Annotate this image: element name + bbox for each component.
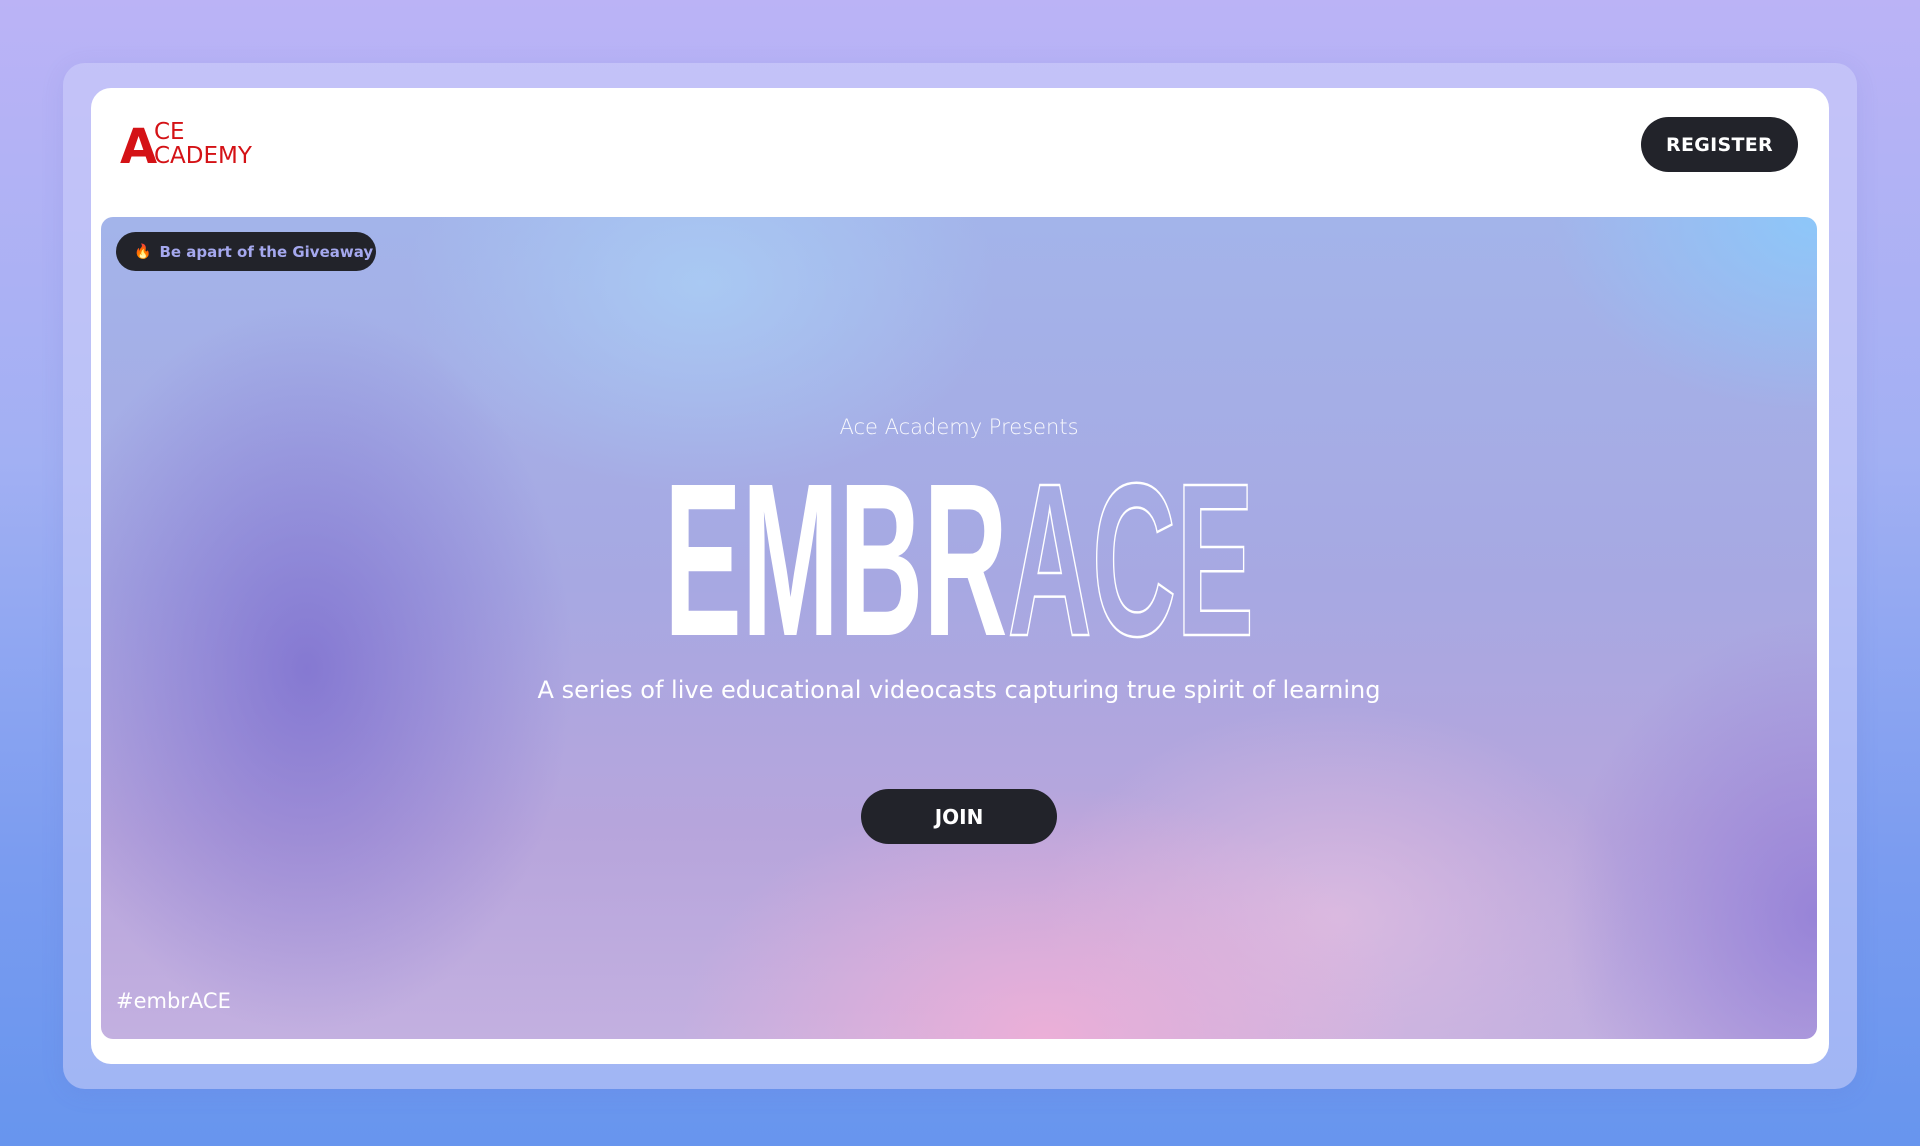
hero-banner: 🔥 Be apart of the Giveaway Ace Academy P… (101, 217, 1817, 1039)
logo-line1: CE (154, 119, 185, 145)
ace-academy-logo[interactable]: A CE CADEMY (120, 118, 280, 168)
embrace-title: EMBRACE (654, 438, 1264, 684)
embrace-title-text: EMBRACE (664, 439, 1254, 682)
logo-line2: CADEMY (154, 143, 253, 168)
hashtag-text: #embrACE (116, 989, 231, 1013)
fire-icon: 🔥 (134, 243, 152, 260)
main-card: A CE CADEMY REGISTER 🔥 Be apart of the G… (91, 88, 1829, 1064)
giveaway-badge[interactable]: 🔥 Be apart of the Giveaway (116, 232, 376, 271)
title-solid: EMBR (664, 439, 1008, 682)
presents-text: Ace Academy Presents (839, 415, 1079, 439)
title-outline: ACE (1008, 439, 1254, 682)
giveaway-label: Be apart of the Giveaway (159, 242, 374, 261)
join-button[interactable]: JOIN (861, 789, 1057, 844)
tagline: A series of live educational videocasts … (537, 676, 1381, 704)
register-button[interactable]: REGISTER (1641, 117, 1798, 172)
logo-letter: A (120, 119, 157, 168)
